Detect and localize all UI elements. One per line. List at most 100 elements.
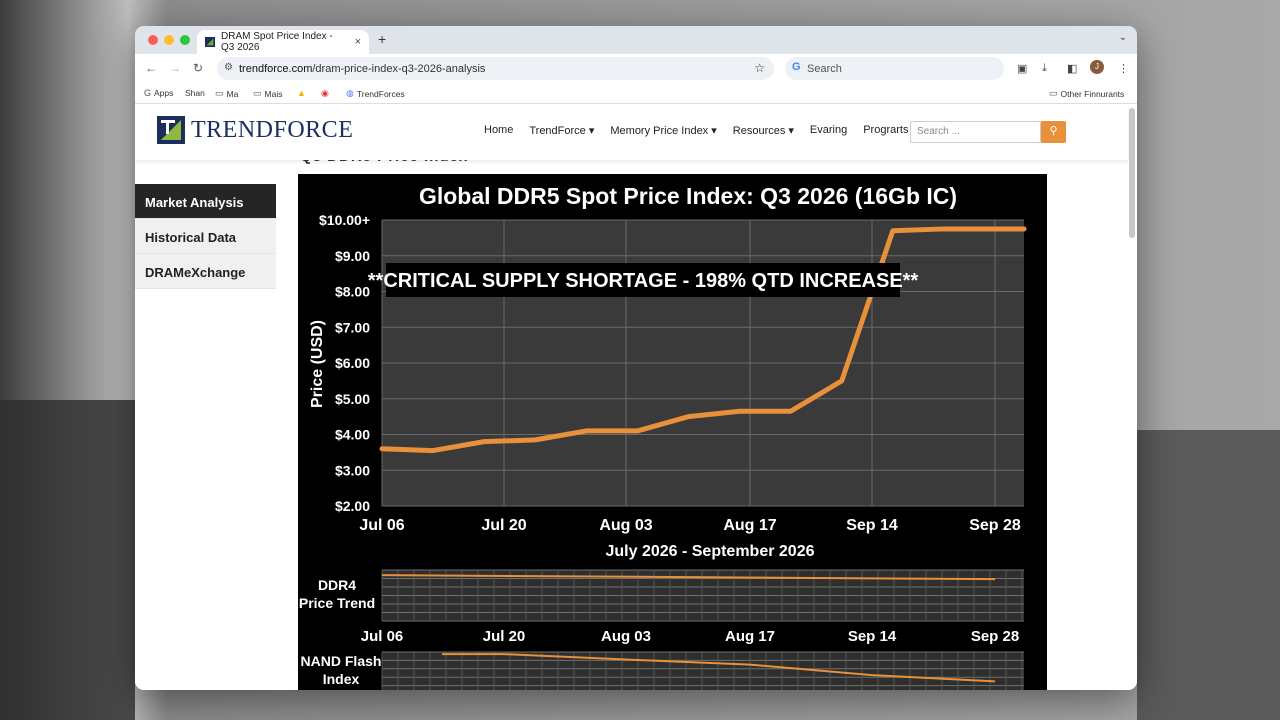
- ddr4-x-tick-label: Sep 28: [971, 628, 1019, 645]
- folder-icon: ▭: [215, 88, 224, 98]
- ddr4-x-tick-label: Jul 20: [483, 628, 526, 645]
- url-bar[interactable]: ⚙ trendforce.com/dram-price-index-q3-202…: [217, 57, 774, 80]
- y-tick-label: $8.00: [335, 284, 370, 300]
- back-arrow-icon[interactable]: ←: [145, 61, 157, 75]
- kebab-menu-icon[interactable]: ⋮: [1118, 62, 1129, 75]
- nav-evaring[interactable]: Evaring: [810, 124, 847, 137]
- bookmark-label: Apps: [154, 88, 174, 98]
- nav-memory-price-index[interactable]: Memory Price Index ▾: [610, 124, 716, 137]
- profile-avatar[interactable]: J: [1090, 60, 1104, 74]
- chart-svg: Global DDR5 Spot Price Index: Q3 2026 (1…: [299, 183, 1027, 690]
- chrome-icon: ◍: [346, 88, 354, 98]
- tab-bar: DRAM Spot Price Index - Q3 2026 × + ⌄: [135, 26, 1137, 54]
- site-header: TrendForce Home TrendForce ▾ Memory Pric…: [135, 104, 1128, 160]
- google-search-placeholder: Search: [807, 62, 842, 75]
- ddr4-x-tick-label: Jul 06: [361, 628, 404, 645]
- x-tick-label: Aug 03: [599, 517, 652, 534]
- site-search-button[interactable]: ⚲: [1041, 121, 1066, 143]
- x-tick-label: Jul 20: [481, 517, 526, 534]
- other-bookmarks[interactable]: ▭ Other Finnurants: [1049, 88, 1124, 99]
- site-info-icon[interactable]: ⚙: [224, 62, 233, 73]
- reload-icon[interactable]: ↻: [193, 61, 203, 75]
- browser-window: DRAM Spot Price Index - Q3 2026 × + ⌄ ← …: [135, 26, 1137, 690]
- bookmark-mais[interactable]: ▭ Mais: [253, 88, 282, 99]
- opera-icon: ◉: [321, 88, 329, 98]
- download-icon[interactable]: ⤓: [1042, 62, 1047, 75]
- nand-label-line1: NAND Flash: [301, 653, 382, 669]
- ddr4-label-line2: Price Trend: [299, 595, 375, 611]
- drive-icon: ▲: [297, 88, 306, 98]
- nav-resources[interactable]: Resources ▾: [733, 124, 794, 137]
- trendforce-favicon-icon: [205, 36, 216, 48]
- bookmark-label: Shan: [185, 88, 205, 98]
- maximize-window-button[interactable]: [180, 35, 190, 45]
- folder-icon: ▭: [253, 88, 262, 98]
- bookmark-label: Ma: [226, 88, 239, 99]
- bookmark-shan[interactable]: Shan: [185, 88, 205, 98]
- main-nav: Home TrendForce ▾ Memory Price Index ▾ R…: [484, 124, 924, 137]
- folder-icon: ▭: [1049, 88, 1058, 98]
- nand-label-line2: Index: [323, 671, 360, 687]
- search-icon: ⚲: [1049, 125, 1058, 137]
- bookmark-apps[interactable]: G Apps: [144, 88, 173, 98]
- close-window-button[interactable]: [148, 35, 158, 45]
- google-g-icon: G: [792, 61, 801, 73]
- logo-text: TrendForce: [191, 116, 354, 143]
- trendforce-logo-icon: [157, 116, 185, 144]
- y-tick-label: $2.00: [335, 498, 370, 514]
- y-axis-label: Price (USD): [309, 320, 326, 408]
- bookmark-label: Mais: [264, 88, 283, 99]
- tab-search-chevron-icon[interactable]: ⌄: [1119, 32, 1127, 43]
- x-tick-label: Sep 14: [846, 517, 898, 534]
- bookmark-opera[interactable]: ◉: [321, 88, 329, 99]
- bookmark-star-icon[interactable]: ☆: [754, 61, 765, 75]
- trendforce-logo[interactable]: TrendForce: [157, 116, 353, 144]
- tab-close-icon[interactable]: ×: [355, 36, 361, 48]
- bookmark-drive[interactable]: ▲: [297, 88, 306, 98]
- x-tick-label: Jul 06: [359, 517, 404, 534]
- y-tick-label: $6.00: [335, 355, 370, 371]
- web-page: TrendForce Home TrendForce ▾ Memory Pric…: [135, 104, 1137, 690]
- url-host: trendforce.com: [239, 62, 313, 75]
- browser-tab[interactable]: DRAM Spot Price Index - Q3 2026 ×: [197, 30, 369, 54]
- google-icon: G: [144, 88, 152, 98]
- bookmarks-bar: G Apps Shan ▭ Ma ▭ Mais ▲ ◉ ◍ TrendForces ▭ O…: [135, 84, 1137, 104]
- ddr4-x-tick-labels: Jul 06 Jul 20 Aug 03 Aug 17 Sep 14 Sep 28: [361, 628, 1019, 645]
- y-tick-label: $4.00: [335, 427, 370, 443]
- url-path: /dram-price-index-q3-2026-analysis: [312, 62, 486, 75]
- google-search-box[interactable]: G Search: [785, 57, 1004, 80]
- nav-trendforce[interactable]: TrendForce ▾: [529, 124, 594, 137]
- nav-home[interactable]: Home: [484, 124, 513, 137]
- address-toolbar: ← → ↻ ⚙ trendforce.com/dram-price-index-…: [135, 54, 1137, 84]
- ddr4-x-tick-label: Sep 14: [848, 628, 897, 645]
- sidebar-item-market-analysis[interactable]: Market Analysis: [135, 184, 276, 219]
- site-search-input[interactable]: Search ...: [910, 121, 1041, 143]
- bookmark-ma[interactable]: ▭ Ma: [215, 88, 238, 99]
- nav-prograrts[interactable]: Prograrts: [863, 124, 908, 137]
- screenshot-icon[interactable]: ▣: [1017, 62, 1027, 75]
- side-panel-icon[interactable]: ◧: [1067, 62, 1077, 75]
- y-tick-labels: $2.00 $3.00 $4.00 $5.00 $6.00 $7.00 $8.00 $9.00…: [319, 212, 370, 514]
- minimize-window-button[interactable]: [164, 35, 174, 45]
- y-tick-label: $5.00: [335, 391, 370, 407]
- y-tick-label: $9.00: [335, 248, 370, 264]
- y-tick-label: $10.00+: [319, 212, 370, 228]
- y-tick-label: $7.00: [335, 319, 370, 335]
- ddr4-x-tick-label: Aug 17: [725, 628, 775, 645]
- forward-arrow-icon[interactable]: →: [169, 61, 181, 75]
- ddr4-x-tick-label: Aug 03: [601, 628, 651, 645]
- new-tab-button[interactable]: +: [378, 31, 386, 47]
- bookmark-label: TrendForces: [356, 88, 405, 99]
- tab-title: DRAM Spot Price Index - Q3 2026: [221, 31, 333, 53]
- chart-title: Global DDR5 Spot Price Index: Q3 2026 (1…: [419, 183, 957, 209]
- page-scrollbar[interactable]: [1129, 108, 1135, 238]
- sidebar-item-dramexchange[interactable]: DRAMeXchange: [135, 254, 276, 289]
- price-chart-panel: Global DDR5 Spot Price Index: Q3 2026 (1…: [298, 174, 1047, 690]
- window-controls: [148, 35, 190, 45]
- x-tick-labels: Jul 06 Jul 20 Aug 03 Aug 17 Sep 14 Sep 28: [359, 517, 1021, 534]
- bookmark-trendforces[interactable]: ◍ TrendForces: [346, 88, 405, 99]
- annotation-text: **CRITICAL SUPPLY SHORTAGE - 198% QTD IN…: [368, 270, 919, 292]
- x-axis-label: July 2026 - September 2026: [605, 543, 814, 560]
- x-tick-label: Aug 17: [723, 517, 776, 534]
- sidebar-item-historical-data[interactable]: Historical Data: [135, 219, 276, 254]
